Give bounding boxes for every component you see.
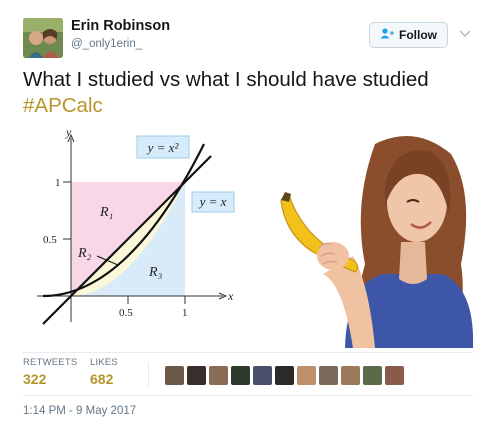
liker-avatar[interactable] (385, 366, 404, 385)
eq-square-label: y = x² (146, 140, 180, 155)
divider (23, 395, 473, 396)
likes-stat[interactable]: LIKES 682 (90, 357, 118, 387)
add-user-icon (380, 28, 394, 42)
liker-avatar[interactable] (341, 366, 360, 385)
retweets-count: 322 (23, 371, 47, 387)
retweets-label: RETWEETS (23, 357, 78, 368)
retweets-stat[interactable]: RETWEETS 322 (23, 357, 77, 387)
hashtag-link[interactable]: #APCalc (23, 93, 429, 119)
label-r3: R₃ (148, 265, 163, 280)
liker-avatar[interactable] (319, 366, 338, 385)
likes-label: LIKES (90, 357, 118, 368)
chevron-down-icon[interactable] (458, 26, 472, 40)
label-r1: R₁ (99, 205, 113, 220)
media-canvas: y = x² y = x R₁ R₂ R₃ y x 1 0.5 0.5 1 (37, 124, 474, 348)
divider (23, 352, 473, 353)
liker-avatar[interactable] (363, 366, 382, 385)
calculus-graph: y = x² y = x R₁ R₂ R₃ y x 1 0.5 0.5 1 (37, 125, 235, 325)
y-axis-label: y (65, 125, 72, 139)
liker-avatars (165, 366, 404, 385)
tweet-media[interactable]: y = x² y = x R₁ R₂ R₃ y x 1 0.5 0.5 1 (23, 124, 474, 348)
tick-label-y1: 1 (55, 177, 61, 189)
liker-avatar[interactable] (253, 366, 272, 385)
tick-label-x1: 1 (182, 307, 188, 319)
tweet-text: What I studied vs what I should have stu… (23, 67, 429, 119)
timestamp[interactable]: 1:14 PM - 9 May 2017 (23, 405, 136, 417)
user-handle[interactable]: @_only1erin_ (71, 38, 142, 50)
liker-avatar[interactable] (165, 366, 184, 385)
follow-button[interactable]: Follow (369, 22, 448, 48)
liker-avatar[interactable] (275, 366, 294, 385)
liker-avatar[interactable] (209, 366, 228, 385)
tick-label-y05: 0.5 (43, 234, 57, 246)
eq-linear-label: y = x (198, 194, 227, 209)
liker-avatar[interactable] (297, 366, 316, 385)
line-y-x (42, 155, 212, 325)
avatar[interactable] (23, 18, 63, 58)
label-r2: R₂ (77, 246, 92, 261)
liker-avatar[interactable] (231, 366, 250, 385)
tick-label-x05: 0.5 (119, 307, 133, 319)
user-name[interactable]: Erin Robinson (71, 18, 170, 34)
likes-count: 682 (90, 371, 114, 387)
woman-banana-photo (255, 124, 474, 348)
neck (399, 242, 427, 284)
follow-label: Follow (399, 28, 437, 42)
tweet-body: What I studied vs what I should have stu… (23, 68, 429, 91)
x-axis-label: x (227, 289, 234, 303)
liker-avatar[interactable] (187, 366, 206, 385)
stats-separator (148, 362, 149, 388)
